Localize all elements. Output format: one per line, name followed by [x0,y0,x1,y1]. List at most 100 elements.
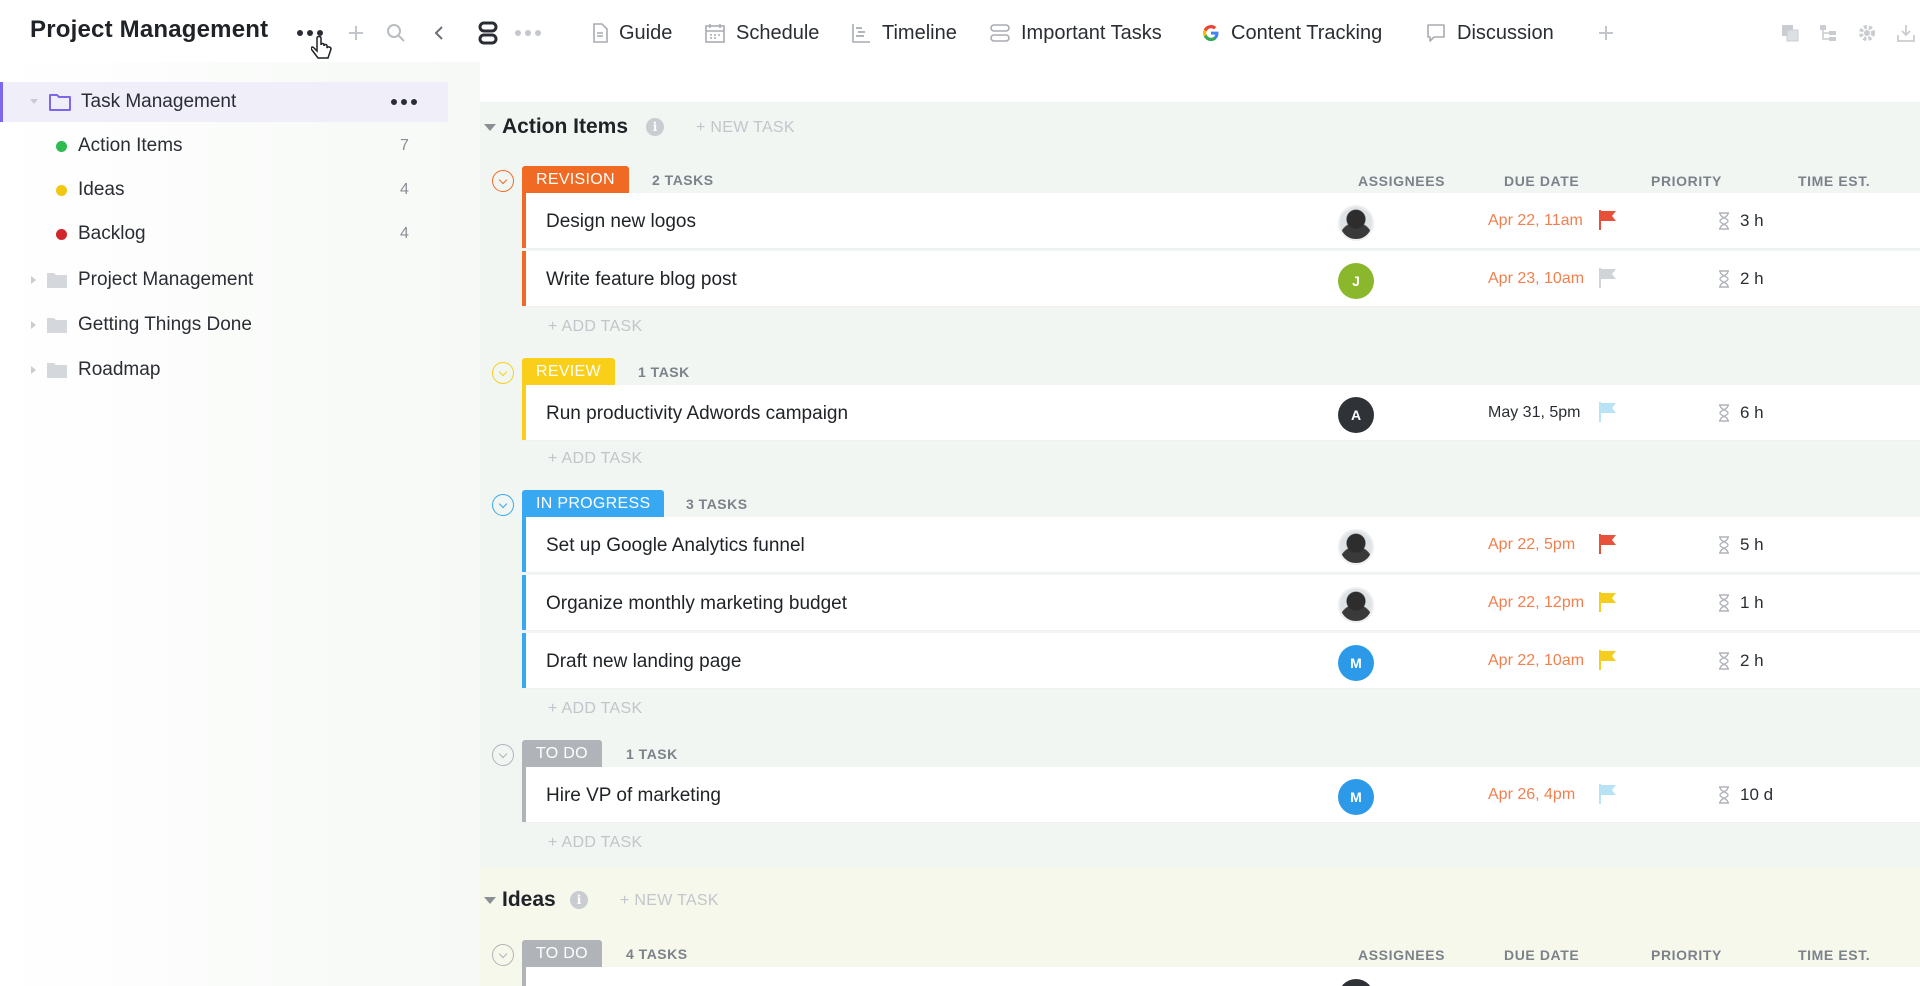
priority-flag-icon[interactable] [1598,649,1618,671]
column-header-priority[interactable]: PRIORITY [1651,947,1722,963]
new-task-button[interactable]: + NEW TASK [696,119,795,137]
column-header-assignees[interactable]: ASSIGNEES [1358,947,1445,963]
avatar[interactable]: M [1338,779,1374,815]
column-header-time-est[interactable]: TIME EST. [1798,947,1870,963]
task-row[interactable]: Set up Google Analytics funnel Apr 22, 5… [522,517,1920,573]
task-row[interactable] [522,967,1920,986]
tab-label: Schedule [736,21,820,44]
view-more-icon[interactable] [515,18,541,48]
chat-icon [1427,24,1445,42]
copy-icon[interactable] [1780,18,1800,48]
status-badge[interactable]: IN PROGRESS [522,490,665,517]
status-badge[interactable]: REVIEW [522,358,615,385]
status-badge[interactable]: REVISION [522,166,629,193]
task-name[interactable]: Run productivity Adwords campaign [546,403,848,425]
due-date[interactable]: Apr 22, 5pm [1488,536,1598,554]
task-name[interactable]: Organize monthly marketing budget [546,593,847,615]
task-row[interactable]: Hire VP of marketing M Apr 26, 4pm 10 d [522,767,1920,823]
priority-flag-icon[interactable] [1598,783,1618,805]
column-header-time-est[interactable]: TIME EST. [1798,173,1870,189]
info-icon[interactable]: i [570,891,588,909]
sidebar-item-action-items[interactable]: Action Items 7 [0,126,448,166]
sidebar-item-backlog[interactable]: Backlog 4 [0,214,448,254]
priority-flag-icon[interactable] [1598,533,1618,555]
time-estimate[interactable]: 2 h [1718,269,1764,289]
avatar[interactable]: A [1338,397,1374,433]
due-date[interactable]: Apr 22, 10am [1488,652,1598,670]
column-header-assignees[interactable]: ASSIGNEES [1358,173,1445,189]
task-name[interactable]: Write feature blog post [546,269,737,291]
task-name[interactable]: Set up Google Analytics funnel [546,535,805,557]
tab-guide[interactable]: Guide [592,20,672,46]
priority-flag-icon[interactable] [1598,209,1618,231]
due-date[interactable]: Apr 26, 4pm [1488,786,1598,804]
info-icon[interactable]: i [646,118,664,136]
priority-flag-icon[interactable] [1598,591,1618,613]
tab-timeline[interactable]: Timeline [851,20,957,46]
column-header-priority[interactable]: PRIORITY [1651,173,1722,189]
due-date[interactable]: Apr 22, 12pm [1488,594,1598,612]
sidebar-item-ideas[interactable]: Ideas 4 [0,170,448,210]
tab-important-tasks[interactable]: Important Tasks [990,20,1162,46]
add-task-button[interactable]: + ADD TASK [548,450,642,468]
avatar[interactable] [1338,979,1374,986]
time-estimate[interactable]: 3 h [1718,211,1764,231]
tab-content-tracking[interactable]: Content Tracking [1202,20,1382,46]
add-task-button[interactable]: + ADD TASK [548,318,642,336]
list-view-switch-icon[interactable] [478,18,498,48]
gear-icon[interactable] [1857,18,1877,48]
add-task-button[interactable]: + ADD TASK [548,700,642,718]
time-estimate[interactable]: 6 h [1718,403,1764,423]
priority-flag-icon[interactable] [1598,401,1618,423]
collapse-group-icon[interactable] [492,944,514,966]
avatar[interactable] [1338,587,1374,623]
tab-discussion[interactable]: Discussion [1426,20,1554,46]
task-name[interactable]: Design new logos [546,211,696,233]
time-estimate[interactable]: 2 h [1718,651,1764,671]
due-date[interactable]: May 31, 5pm [1488,404,1598,422]
status-bar [522,193,526,248]
task-row[interactable]: Write feature blog post J Apr 23, 10am 2… [522,251,1920,307]
due-date[interactable]: Apr 23, 10am [1488,270,1598,288]
collapse-list-icon[interactable] [484,124,496,131]
new-task-button[interactable]: + NEW TASK [620,892,719,910]
task-row[interactable]: Run productivity Adwords campaign A May … [522,385,1920,441]
status-badge[interactable]: TO DO [522,740,602,767]
task-name[interactable]: Hire VP of marketing [546,785,721,807]
folder-icon [47,318,67,333]
collapse-group-icon[interactable] [492,494,514,516]
folder-more-button[interactable] [391,99,417,105]
avatar[interactable] [1338,529,1374,565]
search-icon[interactable] [386,18,406,48]
task-row[interactable]: Organize monthly marketing budget Apr 22… [522,575,1920,631]
task-row[interactable]: Draft new landing page M Apr 22, 10am 2 … [522,633,1920,689]
sidebar-folder-getting-things-done[interactable]: Getting Things Done [0,305,448,345]
sidebar-folder-project-management[interactable]: Project Management [0,260,448,300]
add-icon[interactable] [348,18,364,48]
add-task-button[interactable]: + ADD TASK [548,834,642,852]
download-icon[interactable] [1896,18,1916,48]
sidebar-folder-roadmap[interactable]: Roadmap [0,350,448,390]
column-header-due-date[interactable]: DUE DATE [1504,173,1579,189]
collapse-group-icon[interactable] [492,744,514,766]
priority-flag-icon[interactable] [1598,267,1618,289]
add-view-icon[interactable] [1598,18,1614,48]
task-row[interactable]: Design new logos Apr 22, 11am 3 h [522,193,1920,249]
avatar[interactable]: J [1338,263,1374,299]
time-estimate[interactable]: 10 d [1718,785,1773,805]
time-estimate[interactable]: 5 h [1718,535,1764,555]
collapse-group-icon[interactable] [492,170,514,192]
column-header-due-date[interactable]: DUE DATE [1504,947,1579,963]
collapse-sidebar-icon[interactable] [434,18,444,48]
time-estimate[interactable]: 1 h [1718,593,1764,613]
sidebar-folder-task-management[interactable]: Task Management [0,82,448,122]
due-date[interactable]: Apr 22, 11am [1488,212,1598,230]
collapse-group-icon[interactable] [492,362,514,384]
status-badge[interactable]: TO DO [522,940,602,967]
tab-schedule[interactable]: Schedule [705,20,819,46]
avatar[interactable]: M [1338,645,1374,681]
collapse-list-icon[interactable] [484,897,496,904]
task-name[interactable]: Draft new landing page [546,651,741,673]
avatar[interactable] [1338,205,1374,241]
hierarchy-icon[interactable] [1818,18,1838,48]
